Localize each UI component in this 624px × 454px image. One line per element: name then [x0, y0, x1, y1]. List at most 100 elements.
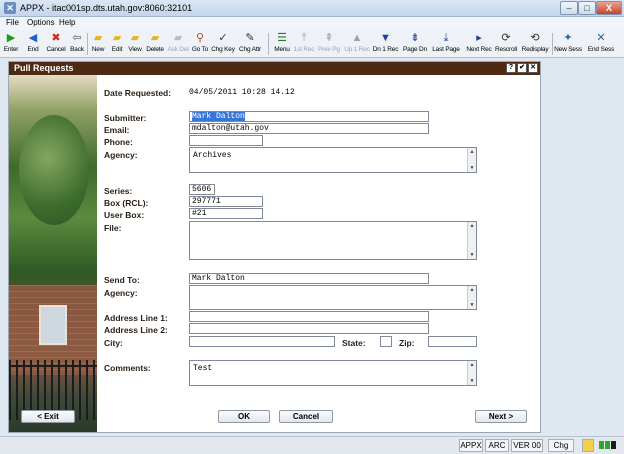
toolbar-go-to-button[interactable]: ⚲ Go To [190, 31, 210, 57]
scroll-down-icon[interactable]: ▼ [468, 377, 476, 385]
user-box-input[interactable]: #21 [189, 208, 263, 219]
email-label: Email: [104, 125, 130, 135]
toolbar-new-button[interactable]: ▰ New [89, 31, 107, 57]
toolbar-label: 1st Rec [293, 46, 315, 53]
toolbar-enter-button[interactable]: ▶ Enter [1, 31, 21, 57]
comments-textarea[interactable]: Test ▲ ▼ [189, 360, 477, 386]
lock-icon [582, 439, 594, 452]
folder-delete-icon: ▰ [150, 32, 160, 44]
box-rcl-input[interactable]: 297771 [189, 196, 263, 207]
previous-page-icon: ⇞ [324, 32, 334, 44]
scroll-up-icon[interactable]: ▲ [468, 286, 476, 294]
toolbar-label: Cancel [46, 46, 66, 53]
toolbar-cancel-button[interactable]: ✖ Cancel [45, 31, 67, 57]
city-input[interactable] [189, 336, 335, 347]
folder-ask-delete-icon: ▰ [173, 32, 183, 44]
scroll-down-icon[interactable]: ▼ [468, 301, 476, 309]
scroll-up-icon[interactable]: ▲ [468, 361, 476, 369]
toolbar-label: Chg Key [211, 46, 235, 53]
status-bar: APPX ARC VER 00 Chg [0, 436, 624, 454]
file-textarea[interactable]: ▲ ▼ [189, 221, 477, 260]
toolbar-rescroll-button[interactable]: ⟳ Rescroll [493, 31, 519, 57]
toolbar-label: Go To [191, 46, 209, 53]
cancel-button[interactable]: Cancel [279, 410, 333, 423]
address-line2-input[interactable] [189, 323, 429, 334]
agency-scrollbar[interactable]: ▲ ▼ [467, 148, 476, 172]
exit-button[interactable]: < Exit [21, 410, 75, 423]
redisplay-icon: ⟲ [530, 32, 540, 44]
toolbar-label: Delete [146, 46, 164, 53]
next-record-icon: ▸ [476, 32, 482, 44]
toolbar-menu-button[interactable]: ☰ Menu [272, 31, 292, 57]
send-to-agency-textarea[interactable]: ▲ ▼ [189, 285, 477, 310]
send-to-agency-scrollbar[interactable]: ▲ ▼ [467, 286, 476, 309]
toolbar-dn-1-rec-button[interactable]: ▼ Dn 1 Rec [371, 31, 400, 57]
toolbar-label: Edit [111, 46, 123, 53]
folder-edit-icon: ▰ [112, 32, 122, 44]
toolbar-chg-attr-button[interactable]: ✎ Chg Attr [236, 31, 264, 57]
minimize-button[interactable]: – [560, 1, 578, 15]
folder-new-icon: ▰ [93, 32, 103, 44]
scroll-down-icon[interactable]: ▼ [468, 251, 476, 259]
ok-button[interactable]: OK [218, 410, 270, 423]
toolbar-prev-pg-button: ⇞ Prev Pg [316, 31, 342, 57]
check-icon[interactable]: ✔ [517, 63, 527, 73]
send-to-agency-label: Agency: [104, 288, 138, 298]
agency-textarea[interactable]: Archives ▲ ▼ [189, 147, 477, 173]
menu-help[interactable]: Help [59, 18, 75, 27]
address-line1-input[interactable] [189, 311, 429, 322]
scroll-up-icon[interactable]: ▲ [468, 148, 476, 156]
close-window-button[interactable]: X [596, 1, 622, 15]
toolbar-1st-rec-button: ⤒ 1st Rec [293, 31, 315, 57]
toolbar-chg-key-button[interactable]: ✓ Chg Key [211, 31, 235, 57]
series-input[interactable]: 5606 [189, 184, 215, 195]
right-background-pane [543, 58, 624, 436]
toolbar-label: Next Rec [466, 46, 492, 53]
menu-file[interactable]: File [6, 18, 19, 27]
new-session-icon: ✦ [563, 32, 573, 44]
toolbar-end-button[interactable]: ◀ End [22, 31, 44, 57]
comments-label: Comments: [104, 363, 151, 373]
page-down-icon: ⇟ [410, 32, 420, 44]
toolbar-back-button[interactable]: ⇦ Back [67, 31, 87, 57]
toolbar-next-rec-button[interactable]: ▸ Next Rec [464, 31, 494, 57]
toolbar-last-page-button[interactable]: ⤓ Last Page [430, 31, 462, 57]
toolbar-label: Back [70, 46, 84, 53]
file-label: File: [104, 223, 122, 233]
comments-scrollbar[interactable]: ▲ ▼ [467, 361, 476, 385]
scroll-down-icon[interactable]: ▼ [468, 164, 476, 172]
next-button[interactable]: Next > [475, 410, 527, 423]
magnifier-icon: ⚲ [195, 32, 205, 44]
close-icon[interactable]: ✕ [528, 63, 538, 73]
zip-input[interactable] [428, 336, 477, 347]
rescroll-icon: ⟳ [501, 32, 511, 44]
toolbar-new-sess-button[interactable]: ✦ New Sess [553, 31, 583, 57]
submitter-input[interactable]: Mark Dalton [189, 111, 429, 122]
toolbar-label: Page Dn [403, 46, 427, 53]
toolbar-redisplay-button[interactable]: ⟲ Redisplay [520, 31, 550, 57]
scroll-up-icon[interactable]: ▲ [468, 222, 476, 230]
toolbar-edit-button[interactable]: ▰ Edit [108, 31, 126, 57]
first-record-icon: ⤒ [301, 32, 307, 44]
menu-options[interactable]: Options [27, 18, 55, 27]
send-to-label: Send To: [104, 275, 140, 285]
toolbar-delete-button[interactable]: ▰ Delete [144, 31, 166, 57]
pull-requests-panel: Pull Requests ? ✔ ✕ Date Requested: 04/0… [8, 61, 541, 433]
phone-input[interactable] [189, 135, 263, 146]
tree-shape [19, 115, 89, 225]
status-led-icon [599, 441, 604, 449]
maximize-button[interactable]: □ [578, 1, 596, 15]
email-input[interactable]: mdalton@utah.gov [189, 123, 429, 134]
toolbar-page-dn-button[interactable]: ⇟ Page Dn [401, 31, 429, 57]
toolbar-end-sess-button[interactable]: ✕ End Sess [585, 31, 617, 57]
toolbar-view-button[interactable]: ▰ View [126, 31, 144, 57]
help-icon[interactable]: ? [506, 63, 516, 73]
send-to-input[interactable]: Mark Dalton [189, 273, 429, 284]
file-scrollbar[interactable]: ▲ ▼ [467, 222, 476, 259]
cancel-icon: ✖ [51, 32, 61, 44]
panel-titlebar: Pull Requests ? ✔ ✕ [9, 62, 540, 75]
comments-value: Test [193, 364, 213, 373]
state-label: State: [342, 338, 366, 348]
toolbar-separator [87, 33, 88, 55]
state-input[interactable] [380, 336, 392, 347]
